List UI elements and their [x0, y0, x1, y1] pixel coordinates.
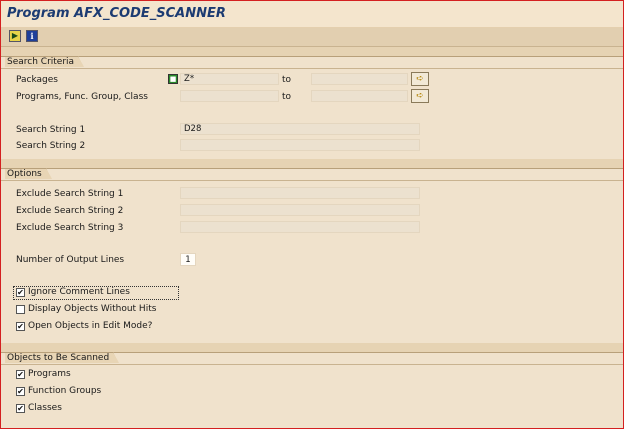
packages-to-label: to — [282, 75, 292, 85]
function-groups-check-icon[interactable]: ✔ — [16, 387, 25, 396]
search-string-2-input[interactable] — [180, 139, 420, 151]
search-string-1-label: Search String 1 — [16, 125, 86, 135]
multiple-selection-icon[interactable]: ■ — [168, 74, 178, 84]
execute-icon[interactable]: ▶ — [9, 30, 21, 42]
exclude-string-2-input[interactable] — [180, 204, 420, 216]
program-title: Program AFX_CODE_SCANNER — [7, 6, 226, 21]
exclude-string-1-label: Exclude Search String 1 — [16, 189, 124, 199]
info-icon[interactable]: i — [26, 30, 38, 42]
application-toolbar: ▶ i — [1, 28, 623, 47]
programs-from-input[interactable] — [180, 90, 279, 102]
open-edit-mode-label: Open Objects in Edit Mode? — [28, 321, 153, 331]
packages-multiple-selection-arrow-icon[interactable]: ➪ — [411, 72, 429, 86]
programs-label: Programs, Func. Group, Class — [16, 92, 148, 102]
programs-check-icon[interactable]: ✔ — [16, 370, 25, 379]
exclude-string-1-input[interactable] — [180, 187, 420, 199]
packages-to-input[interactable] — [311, 73, 408, 85]
output-lines-input[interactable]: 1 — [180, 253, 196, 266]
programs-label: Programs — [28, 369, 71, 379]
exclude-string-3-input[interactable] — [180, 221, 420, 233]
search-criteria-title: Search Criteria — [5, 56, 85, 67]
title-bar: Program AFX_CODE_SCANNER — [1, 1, 623, 28]
programs-multiple-selection-arrow-icon[interactable]: ➪ — [411, 89, 429, 103]
options-title: Options — [5, 168, 52, 179]
classes-check-icon[interactable]: ✔ — [16, 404, 25, 413]
objects-header: Objects to Be Scanned — [1, 352, 623, 365]
search-string-1-input[interactable]: D28 — [180, 123, 420, 135]
display-without-hits-label: Display Objects Without Hits — [28, 304, 157, 314]
objects-title: Objects to Be Scanned — [5, 352, 120, 363]
ignore-comment-label: Ignore Comment Lines — [28, 287, 130, 297]
packages-from-input[interactable]: Z* — [180, 73, 279, 85]
programs-to-label: to — [282, 92, 292, 102]
open-edit-mode-check-icon[interactable]: ✔ — [16, 322, 25, 331]
selection-screen: Search Criteria Packages ■ Z* to ➪ Progr… — [1, 47, 623, 428]
ignore-comment-check-icon[interactable]: ✔ — [16, 288, 25, 297]
programs-to-input[interactable] — [311, 90, 408, 102]
sap-window: Program AFX_CODE_SCANNER ▶ i Search Crit… — [0, 0, 624, 429]
section-spacer — [1, 159, 623, 168]
exclude-string-2-label: Exclude Search String 2 — [16, 206, 124, 216]
search-string-2-label: Search String 2 — [16, 141, 86, 151]
exclude-string-3-label: Exclude Search String 3 — [16, 223, 124, 233]
classes-label: Classes — [28, 403, 62, 413]
search-criteria-header: Search Criteria — [1, 56, 623, 69]
function-groups-label: Function Groups — [28, 386, 102, 396]
output-lines-label: Number of Output Lines — [16, 255, 125, 265]
section-spacer — [1, 343, 623, 352]
section-spacer — [1, 47, 623, 56]
packages-label: Packages — [16, 75, 58, 85]
options-header: Options — [1, 168, 623, 181]
display-without-hits-box-icon[interactable] — [16, 305, 25, 314]
